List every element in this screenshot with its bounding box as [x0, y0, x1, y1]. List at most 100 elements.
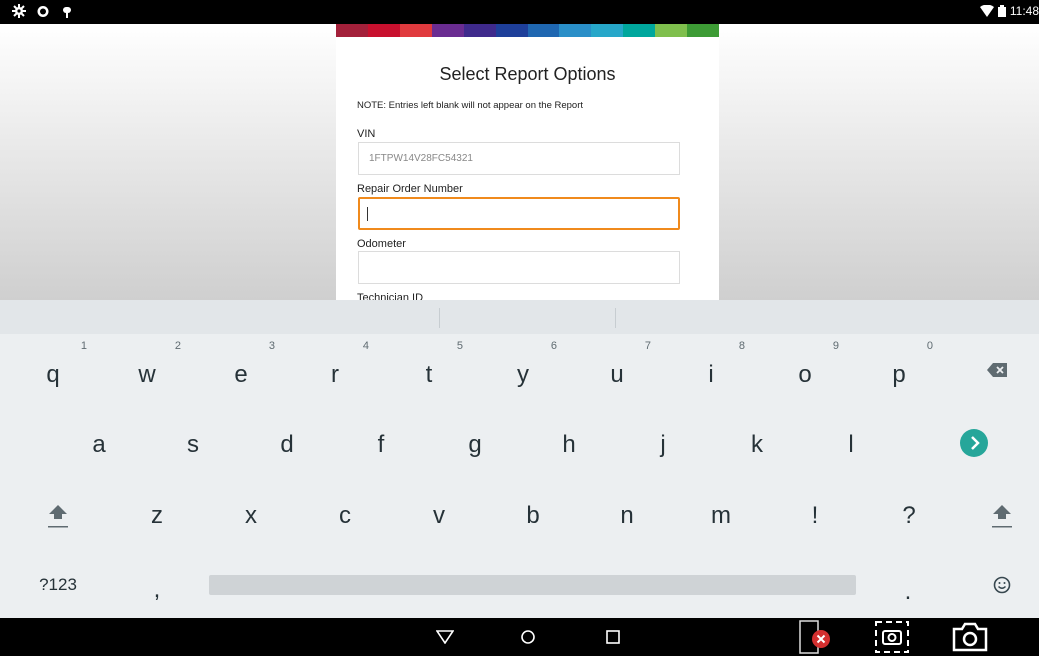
key-label: j [660, 431, 666, 458]
shift-key-right[interactable] [962, 483, 1039, 543]
key-label: m [711, 502, 731, 529]
key-h[interactable]: h [529, 415, 609, 475]
key-g[interactable]: g [435, 415, 515, 475]
key-label: k [751, 431, 763, 458]
key-![interactable]: ! [775, 486, 855, 546]
key-hint-number: 4 [362, 340, 369, 352]
key-hint-number: 1 [80, 340, 87, 352]
key-w[interactable]: w2 [107, 340, 187, 405]
battery-icon [997, 5, 1006, 17]
navigation-bar [0, 618, 1039, 656]
key-b[interactable]: b [493, 486, 573, 546]
suggestion-divider [615, 308, 616, 328]
key-u[interactable]: u7 [577, 340, 657, 405]
key-label: x [245, 502, 257, 529]
recents-button[interactable] [593, 618, 633, 656]
key-m[interactable]: m [681, 486, 761, 546]
key-hint-number: 0 [926, 340, 933, 352]
camera-capture-button[interactable] [948, 618, 992, 656]
key-z[interactable]: z [117, 486, 197, 546]
shift-icon [42, 505, 74, 528]
brand-color-segment [591, 24, 624, 37]
brand-color-segment [687, 24, 720, 37]
key-hint-number: 6 [550, 340, 557, 352]
emoji-smiley-icon [993, 576, 1011, 594]
alarm-icon [37, 6, 49, 17]
brand-color-segment [367, 24, 400, 37]
key-label: w [138, 361, 156, 388]
key-i[interactable]: i8 [671, 340, 751, 405]
key-label: i [708, 361, 714, 388]
vin-field[interactable]: 1FTPW14V28FC54321 [358, 142, 680, 175]
report-options-panel: Select Report Options NOTE: Entries left… [336, 24, 720, 300]
key-label: c [339, 502, 351, 529]
key-label: n [620, 502, 634, 529]
odometer-field[interactable] [358, 251, 680, 284]
key-hint-number: 7 [644, 340, 651, 352]
home-button[interactable] [508, 618, 548, 656]
shift-key-left[interactable] [18, 483, 98, 543]
key-label: b [526, 502, 540, 529]
brand-color-segment [463, 24, 496, 37]
space-bar[interactable] [209, 575, 856, 595]
key-l[interactable]: l [811, 415, 891, 475]
backspace-key[interactable] [957, 340, 1037, 400]
brand-color-segment [623, 24, 656, 37]
key-f[interactable]: f [341, 415, 421, 475]
key-?[interactable]: ? [869, 486, 949, 546]
emoji-key[interactable] [962, 555, 1039, 615]
key-label: d [280, 431, 294, 458]
back-button[interactable] [425, 618, 465, 656]
key-v[interactable]: v [399, 486, 479, 546]
key-hint-number: 2 [174, 340, 181, 352]
key-p[interactable]: p0 [859, 340, 939, 405]
key-t[interactable]: t5 [389, 340, 469, 405]
key-s[interactable]: s [153, 415, 233, 475]
brand-color-strip [336, 24, 720, 37]
key-o[interactable]: o9 [765, 340, 845, 405]
key-a[interactable]: a [59, 415, 139, 475]
key-label: z [151, 502, 163, 529]
suggestion-divider [439, 308, 440, 328]
shift-icon [986, 505, 1018, 528]
screenshot-region-icon [875, 621, 909, 653]
brand-color-segment [655, 24, 688, 37]
brand-color-segment [431, 24, 464, 37]
key-e[interactable]: e3 [201, 340, 281, 405]
screenshot-region-button[interactable] [872, 618, 912, 656]
backspace-icon [987, 363, 1007, 377]
key-label: p [892, 361, 906, 388]
brand-color-segment [527, 24, 560, 37]
key-n[interactable]: n [587, 486, 667, 546]
key-q[interactable]: q1 [13, 340, 93, 405]
key-label: e [234, 361, 248, 388]
key-y[interactable]: y6 [483, 340, 563, 405]
repair-order-number-field[interactable] [358, 197, 680, 230]
status-bar: 11:48 [0, 0, 1039, 24]
key-label: a [92, 431, 106, 458]
period-key[interactable]: . [868, 562, 948, 622]
key-label: q [46, 361, 60, 388]
key-c[interactable]: c [305, 486, 385, 546]
android-debug-icon [63, 7, 71, 18]
key-label: o [798, 361, 812, 388]
key-j[interactable]: j [623, 415, 703, 475]
close-app-button[interactable] [794, 618, 834, 656]
symbols-key[interactable]: ?123 [18, 555, 98, 615]
comma-key[interactable]: , [117, 560, 197, 620]
key-k[interactable]: k [717, 415, 797, 475]
suggestion-strip [0, 300, 1039, 334]
blank-entries-note: NOTE: Entries left blank will not appear… [357, 100, 584, 111]
key-label: ? [902, 502, 916, 529]
recents-square-icon [606, 630, 620, 644]
key-x[interactable]: x [211, 486, 291, 546]
status-time: 11:48 [1009, 4, 1039, 18]
soft-keyboard: q 1 w 2 e 3 r 4 t 5 y 6 u 7 i 8 o 9 p 0 a s d f g h j k l z x c v b n m!? ?… [0, 300, 1039, 618]
home-circle-icon [521, 630, 535, 644]
key-label: u [610, 361, 624, 388]
enter-next-key[interactable] [934, 413, 1014, 473]
key-hint-number: 9 [832, 340, 839, 352]
key-d[interactable]: d [247, 415, 327, 475]
app-background: Select Report Options NOTE: Entries left… [0, 24, 1039, 300]
key-r[interactable]: r4 [295, 340, 375, 405]
